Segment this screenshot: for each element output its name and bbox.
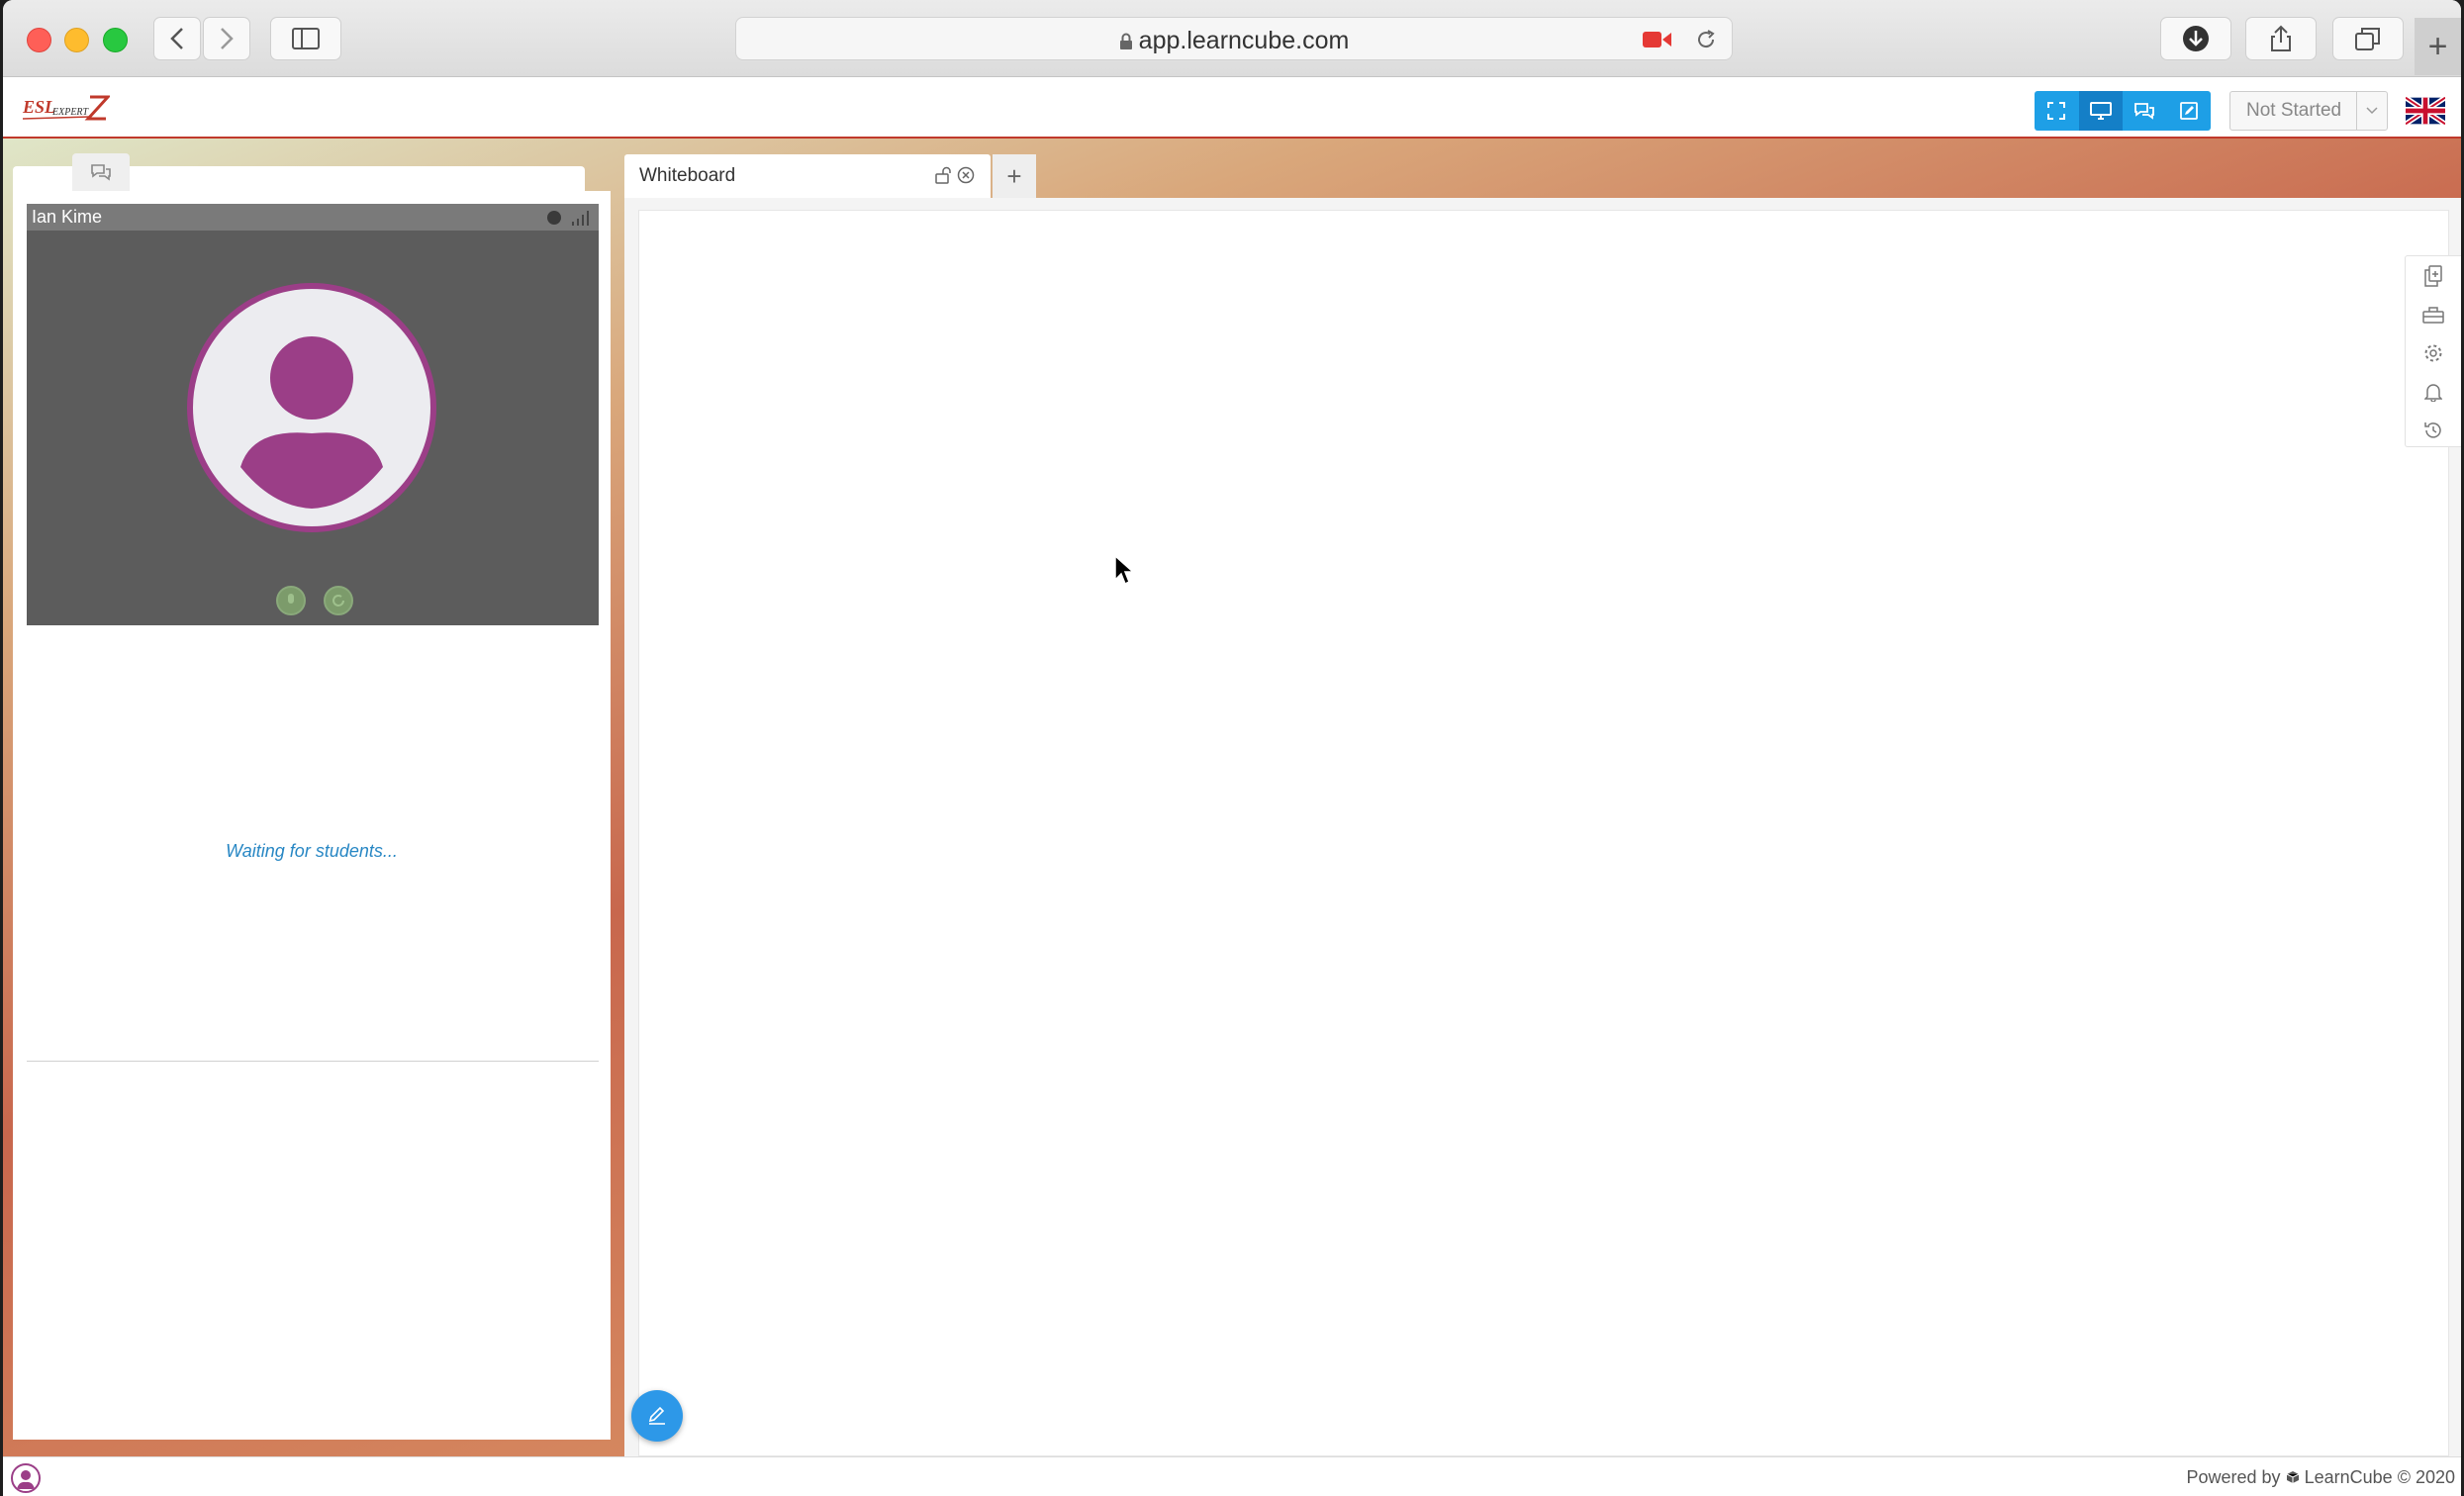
close-tab-icon[interactable] (957, 166, 975, 184)
copy-icon (2424, 264, 2442, 287)
camera-in-use-icon[interactable] (1643, 30, 1672, 49)
sidebar-toggle-button[interactable] (270, 17, 341, 60)
unlock-icon[interactable] (935, 166, 951, 184)
bell-icon (2424, 383, 2442, 402)
avatar[interactable] (11, 1463, 41, 1493)
layout-view-toggle (2035, 91, 2211, 131)
tab-overview-button[interactable] (2332, 17, 2404, 60)
settings-button[interactable] (2406, 333, 2461, 372)
drawing-tools-button[interactable] (631, 1390, 683, 1442)
back-button[interactable] (153, 17, 201, 60)
teacher-video-tile: Ian Kime (27, 204, 599, 625)
pen-icon (648, 1406, 665, 1425)
class-status-label: Not Started (2246, 100, 2342, 121)
microphone-button[interactable] (276, 586, 306, 615)
chevron-left-icon (170, 28, 183, 49)
whiteboard-tab-label: Whiteboard (639, 165, 736, 186)
downloads-button[interactable] (2160, 17, 2231, 60)
share-button[interactable] (2245, 17, 2317, 60)
toolbox-icon (2422, 306, 2444, 324)
user-avatar-icon (17, 1470, 35, 1489)
video-whiteboard-view-button[interactable] (2078, 91, 2123, 131)
sidebar-icon (292, 28, 320, 49)
refresh-video-button[interactable] (324, 586, 353, 615)
whiteboard-side-toolbar (2405, 255, 2461, 447)
toolbox-button[interactable] (2406, 295, 2461, 333)
browser-toolbar: app.learncube.com + (3, 0, 2461, 77)
record-indicator-icon (547, 211, 561, 225)
participants-panel: Ian Kime Waiting for students... (13, 191, 611, 1440)
learncube-cube-icon (2286, 1471, 2299, 1483)
zoom-window-button[interactable] (103, 28, 128, 52)
history-icon (2424, 421, 2441, 438)
signal-strength-icon (572, 211, 589, 226)
chat-bubbles-icon (2134, 103, 2155, 120)
fullscreen-button[interactable] (2035, 91, 2079, 131)
svg-text:EXPERT: EXPERT (51, 107, 90, 118)
forward-button[interactable] (203, 17, 250, 60)
settings-icon (2424, 344, 2442, 361)
share-icon (2271, 25, 2291, 51)
divider (27, 1061, 599, 1062)
microphone-icon (288, 594, 294, 604)
reload-icon[interactable] (1694, 28, 1718, 51)
notifications-button[interactable] (2406, 372, 2461, 411)
history-button[interactable] (2406, 411, 2461, 449)
powered-by-text: Powered by LearnCube © 2020 (2186, 1467, 2456, 1487)
browser-window: app.learncube.com + ESL EXPERT Not Start… (3, 0, 2461, 1496)
learncube-link[interactable]: LearnCube (2305, 1467, 2393, 1487)
tab-chat[interactable] (72, 153, 130, 191)
monitor-icon (2089, 102, 2112, 120)
participant-name: Ian Kime (32, 207, 103, 227)
class-status-dropdown[interactable]: Not Started (2229, 91, 2388, 131)
whiteboard-canvas[interactable] (638, 210, 2449, 1456)
refresh-icon (332, 595, 344, 607)
tab-whiteboard[interactable]: Whiteboard (624, 154, 991, 198)
address-bar[interactable]: app.learncube.com (735, 17, 1733, 60)
download-icon (2183, 26, 2209, 51)
tabs-icon (2355, 28, 2380, 50)
avatar (187, 283, 436, 532)
svg-text:ESL: ESL (22, 97, 55, 117)
app-footer: Powered by LearnCube © 2020 (3, 1456, 2461, 1496)
lock-icon (1119, 33, 1132, 49)
app-header: ESL EXPERT Not Started (3, 77, 2461, 139)
user-avatar-icon (240, 336, 383, 509)
chevron-right-icon (221, 28, 234, 49)
chevron-down-icon (2356, 92, 2387, 130)
close-window-button[interactable] (27, 28, 51, 52)
mouse-cursor-icon (1114, 554, 1135, 586)
url-text: app.learncube.com (736, 27, 1732, 55)
esl-expert-logo[interactable]: ESL EXPERT (21, 93, 112, 132)
minimize-window-button[interactable] (64, 28, 89, 52)
video-title-bar: Ian Kime (27, 204, 599, 231)
fullscreen-icon (2047, 102, 2066, 120)
chat-bubbles-icon (91, 164, 111, 181)
edit-icon (2179, 102, 2198, 120)
chat-view-button[interactable] (2123, 91, 2167, 131)
waiting-message: Waiting for students... (226, 841, 398, 861)
new-tab-button[interactable]: + (2415, 18, 2461, 75)
uk-flag-icon[interactable] (2406, 95, 2445, 127)
copy-button[interactable] (2406, 256, 2461, 295)
add-whiteboard-tab-button[interactable]: + (993, 154, 1036, 198)
whiteboard-view-button[interactable] (2167, 91, 2212, 131)
whiteboard-area (624, 198, 2461, 1456)
